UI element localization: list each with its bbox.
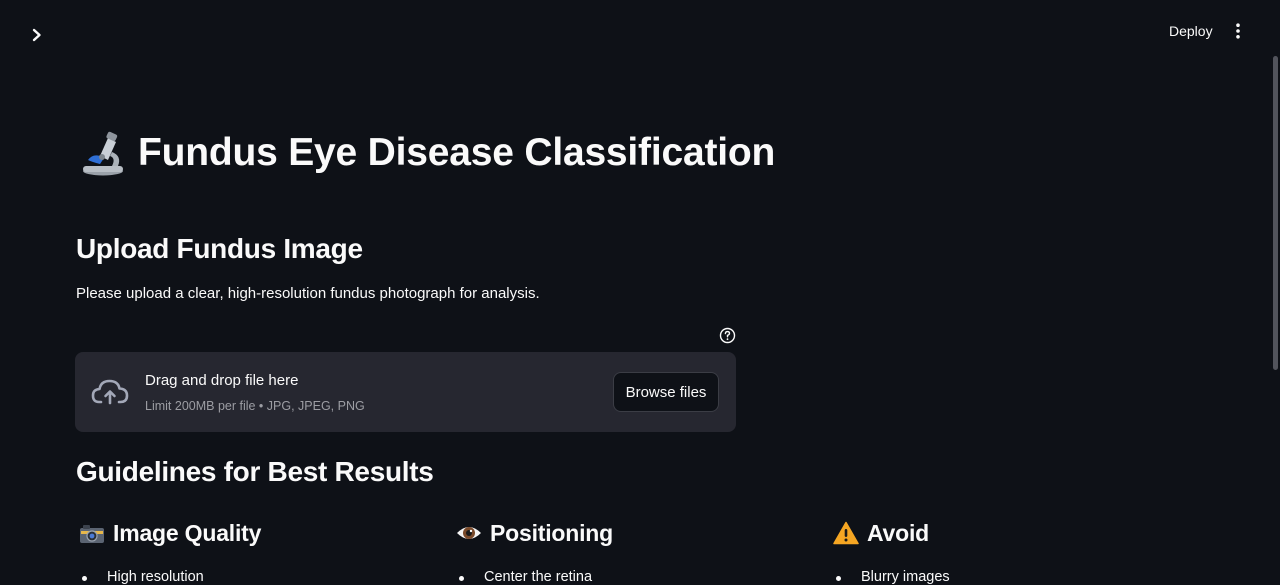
list-item: Blurry images: [836, 569, 950, 585]
question-circle-icon: [719, 327, 736, 344]
guideline-title: Image Quality: [113, 519, 262, 546]
page-title: Fundus Eye Disease Classification: [78, 130, 775, 176]
chevron-right-icon: [32, 28, 41, 42]
cloud-upload-icon: [91, 379, 129, 405]
dropzone-file-limits: Limit 200MB per file • JPG, JPEG, PNG: [145, 399, 365, 413]
main-menu-button[interactable]: [1226, 18, 1250, 44]
more-vertical-icon: [1236, 23, 1240, 39]
deploy-button[interactable]: Deploy: [1160, 18, 1222, 44]
guideline-column-avoid: Avoid Blurry images: [832, 516, 950, 585]
guideline-list: Blurry images: [836, 569, 950, 585]
help-tooltip-button[interactable]: [719, 327, 736, 344]
guideline-column-positioning: Positioning Center the retina: [455, 516, 613, 585]
eye-icon: [455, 520, 483, 546]
upload-heading: Upload Fundus Image: [76, 233, 363, 264]
guideline-heading: Image Quality: [78, 516, 261, 550]
microscope-icon: [83, 131, 123, 176]
guideline-title: Positioning: [490, 519, 614, 546]
list-item: High resolution: [82, 569, 261, 585]
file-dropzone[interactable]: Drag and drop file here Limit 200MB per …: [75, 352, 736, 432]
guidelines-heading: Guidelines for Best Results: [76, 456, 434, 487]
upload-description: Please upload a clear, high-resolution f…: [76, 285, 540, 302]
expand-sidebar-button[interactable]: [24, 22, 50, 48]
app-root: Deploy Fundus Eye Disease Classification…: [0, 0, 1280, 585]
scrollbar-thumb[interactable]: [1273, 56, 1278, 370]
guideline-heading: Avoid: [832, 516, 950, 550]
page-title-text: Fundus Eye Disease Classification: [138, 131, 776, 174]
list-item: Center the retina: [459, 569, 613, 585]
guideline-title: Avoid: [867, 519, 930, 546]
guideline-list: High resolution: [82, 569, 261, 585]
guideline-list: Center the retina: [459, 569, 613, 585]
guideline-heading: Positioning: [455, 516, 613, 550]
vertical-scrollbar[interactable]: [1270, 0, 1280, 585]
camera-icon: [78, 520, 106, 546]
browse-files-button[interactable]: Browse files: [613, 372, 719, 412]
guideline-column-image-quality: Image Quality High resolution: [78, 516, 261, 585]
dropzone-instructions: Drag and drop file here: [145, 372, 299, 389]
warning-icon: [832, 520, 860, 546]
